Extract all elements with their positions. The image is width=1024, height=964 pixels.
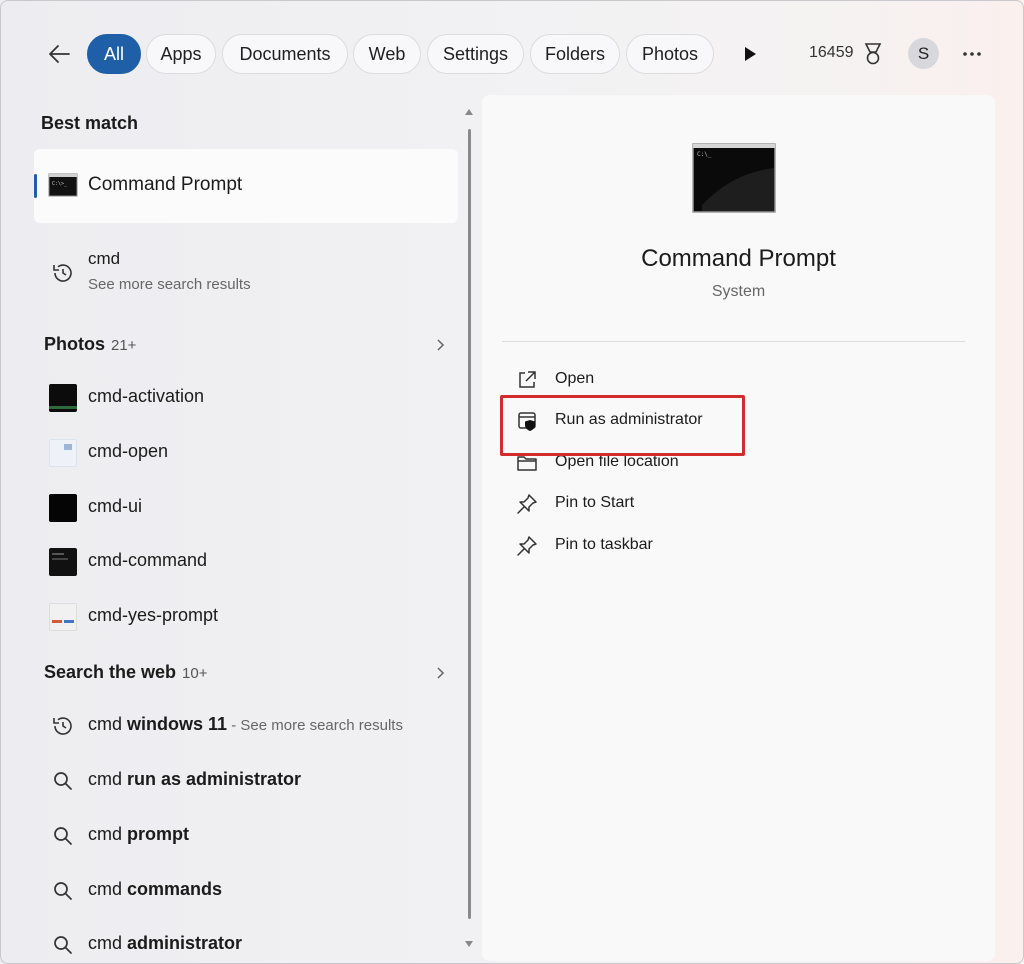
web-result[interactable]: cmd commands bbox=[41, 867, 451, 915]
photo-title: cmd-ui bbox=[88, 496, 143, 516]
pin-icon bbox=[517, 536, 537, 556]
web-result-prefix: cmd bbox=[88, 933, 128, 953]
web-result[interactable]: cmd prompt bbox=[41, 812, 451, 860]
web-result-query: run as administrator bbox=[127, 769, 302, 789]
search-more-item[interactable]: cmd See more search results bbox=[41, 245, 451, 301]
detail-panel: C:\_ Command Prompt System Open Run as a… bbox=[482, 95, 995, 961]
search-icon bbox=[54, 772, 72, 790]
web-result-text: cmd windows 11 - See more search results bbox=[88, 714, 403, 735]
svg-text:C:\_: C:\_ bbox=[697, 151, 712, 158]
search-icon bbox=[54, 882, 72, 900]
web-heading-label: Search the web bbox=[44, 662, 177, 682]
rewards-points: 16459 bbox=[809, 44, 854, 61]
history-icon bbox=[53, 264, 72, 282]
pin-icon bbox=[517, 494, 537, 514]
command-prompt-icon: C:\>_ bbox=[48, 173, 78, 197]
web-heading: Search the web 10+ bbox=[44, 662, 208, 683]
web-result-prefix: cmd bbox=[88, 769, 128, 789]
web-result-query: prompt bbox=[127, 824, 190, 844]
list-item[interactable]: cmd-yes-prompt bbox=[41, 593, 451, 641]
chevron-right-icon[interactable] bbox=[433, 338, 447, 352]
web-result-text: cmd run as administrator bbox=[88, 769, 301, 790]
photo-thumbnail bbox=[49, 494, 77, 522]
web-result-text: cmd prompt bbox=[88, 824, 189, 845]
scroll-down-arrow-icon[interactable] bbox=[464, 939, 474, 949]
photo-thumbnail bbox=[49, 384, 77, 412]
action-label: Pin to taskbar bbox=[555, 536, 653, 553]
web-result-query: windows 11 bbox=[127, 714, 228, 734]
web-result-query: commands bbox=[127, 879, 223, 899]
tab-apps[interactable]: Apps bbox=[146, 34, 216, 74]
action-label: Pin to Start bbox=[555, 494, 635, 511]
search-icon bbox=[54, 936, 72, 954]
photos-heading-label: Photos bbox=[44, 334, 105, 354]
best-match-heading: Best match bbox=[41, 113, 139, 133]
back-button[interactable] bbox=[43, 39, 75, 69]
photo-title: cmd-open bbox=[88, 441, 169, 461]
command-prompt-large-icon: C:\_ bbox=[692, 143, 776, 213]
web-result-text: cmd commands bbox=[88, 879, 222, 900]
photo-title: cmd-yes-prompt bbox=[88, 605, 219, 625]
filter-bar: All Apps Documents Web Settings Folders … bbox=[1, 31, 1023, 77]
best-match-item[interactable]: C:\>_ Command Prompt bbox=[34, 149, 458, 223]
tab-all[interactable]: All bbox=[87, 34, 141, 74]
history-icon bbox=[53, 717, 72, 735]
tab-settings[interactable]: Settings bbox=[427, 34, 524, 74]
pin-to-taskbar-action[interactable]: Pin to taskbar bbox=[512, 527, 932, 563]
photos-count: 21+ bbox=[111, 337, 137, 354]
photo-title: cmd-command bbox=[88, 550, 208, 570]
detail-subtitle: System bbox=[711, 283, 766, 300]
photo-title: cmd-activation bbox=[88, 386, 205, 406]
web-result[interactable]: cmd run as administrator bbox=[41, 757, 451, 805]
back-arrow-icon bbox=[49, 45, 70, 63]
annotation-highlight-box bbox=[500, 395, 745, 456]
list-item[interactable]: cmd-activation bbox=[41, 374, 451, 422]
photos-heading: Photos 21+ bbox=[44, 334, 136, 355]
photo-thumbnail bbox=[49, 439, 77, 467]
scrollbar-thumb[interactable] bbox=[468, 129, 471, 919]
detail-title: Command Prompt bbox=[641, 245, 836, 272]
avatar[interactable]: S bbox=[908, 38, 939, 69]
results-panel: Best match C:\>_ Command Prompt cmd See … bbox=[1, 93, 471, 963]
selection-indicator bbox=[34, 174, 37, 198]
medal-icon[interactable] bbox=[862, 42, 884, 66]
search-more-title: cmd bbox=[88, 249, 121, 268]
svg-text:C:\>_: C:\>_ bbox=[52, 181, 68, 187]
action-label: Open bbox=[555, 370, 595, 387]
divider bbox=[502, 341, 965, 342]
tab-folders[interactable]: Folders bbox=[530, 34, 620, 74]
open-external-icon bbox=[519, 371, 536, 388]
photo-thumbnail bbox=[49, 548, 77, 576]
list-item[interactable]: cmd-open bbox=[41, 429, 451, 477]
open-action[interactable]: Open bbox=[512, 361, 932, 397]
best-match-title: Command Prompt bbox=[88, 174, 243, 195]
search-window: All Apps Documents Web Settings Folders … bbox=[0, 0, 1024, 964]
web-result-prefix: cmd bbox=[88, 879, 128, 899]
web-count: 10+ bbox=[182, 665, 208, 682]
chevron-right-icon[interactable] bbox=[433, 666, 447, 680]
photo-thumbnail bbox=[49, 603, 77, 631]
pin-to-start-action[interactable]: Pin to Start bbox=[512, 485, 932, 521]
search-more-subtitle: See more search results bbox=[88, 276, 251, 293]
web-result-query: administrator bbox=[127, 933, 243, 953]
scroll-up-arrow-icon[interactable] bbox=[464, 107, 474, 117]
web-result-prefix: cmd bbox=[88, 714, 128, 734]
tab-documents[interactable]: Documents bbox=[222, 34, 348, 74]
tab-photos[interactable]: Photos bbox=[626, 34, 714, 74]
tab-web[interactable]: Web bbox=[353, 34, 421, 74]
more-options-icon[interactable] bbox=[960, 42, 984, 66]
list-item[interactable]: cmd-command bbox=[41, 538, 451, 586]
web-result[interactable]: cmd windows 11 - See more search results bbox=[41, 702, 451, 750]
web-result-text: cmd administrator bbox=[88, 933, 242, 954]
web-result[interactable]: cmd administrator bbox=[41, 921, 451, 963]
search-icon bbox=[54, 827, 72, 845]
web-result-suffix: - See more search results bbox=[227, 717, 403, 734]
list-item[interactable]: cmd-ui bbox=[41, 484, 451, 532]
play-icon[interactable] bbox=[739, 43, 761, 65]
web-result-prefix: cmd bbox=[88, 824, 128, 844]
